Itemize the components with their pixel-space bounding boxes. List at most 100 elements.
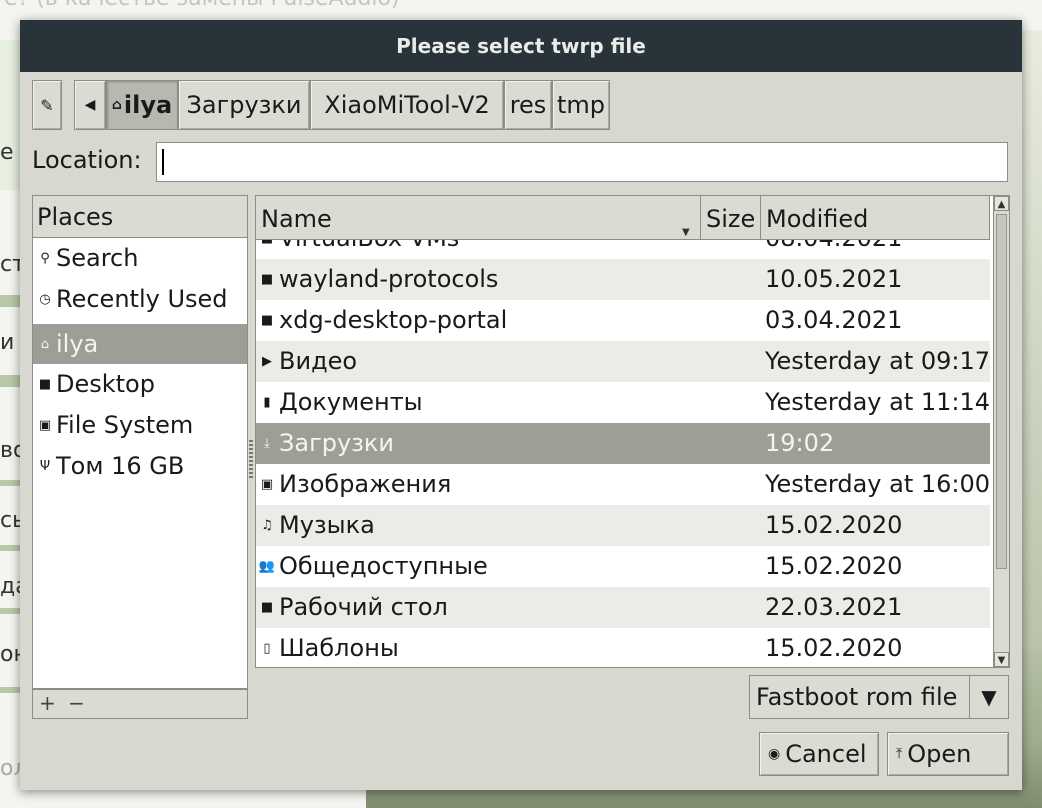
place-item-search[interactable]: ⚲ Search: [33, 238, 247, 279]
file-type-filter-value: Fastboot rom file: [756, 683, 958, 711]
users-icon: 👥: [258, 559, 276, 574]
cancel-button[interactable]: ◉ Cancel: [759, 732, 879, 776]
file-modified: 15.02.2020: [765, 552, 903, 580]
file-name: Музыка: [279, 511, 375, 539]
pane-resize-handle[interactable]: [249, 440, 253, 480]
file-modified: 19:02: [765, 429, 835, 457]
background-divider: [0, 545, 22, 551]
places-sidebar: Places ⚲ Search ◷ Recently Used ⌂ ilya ■…: [32, 195, 248, 689]
file-row[interactable]: ■ Рабочий стол 22.03.2021: [256, 587, 990, 628]
file-modified: Yesterday at 11:14: [765, 388, 991, 416]
place-item-file-system[interactable]: ▣ File System: [33, 405, 247, 446]
path-segment-label: res: [509, 91, 547, 119]
folder-icon: ■: [260, 313, 274, 328]
file-name: Видео: [279, 347, 358, 375]
file-list-header: Name ▼ Size Modified: [256, 196, 990, 240]
file-modified: Yesterday at 09:17: [765, 347, 991, 375]
background-divider: [0, 480, 22, 486]
remove-place-button[interactable]: −: [68, 691, 85, 715]
path-segment-downloads[interactable]: Загрузки: [178, 80, 310, 130]
place-item-recently-used[interactable]: ◷ Recently Used: [33, 279, 247, 320]
file-list: ■VirtualBox VMs 08.04.2021 ■wayland-prot…: [255, 195, 1010, 668]
background-divider: [0, 687, 22, 693]
place-label: File System: [56, 411, 194, 439]
place-item-desktop[interactable]: ■ Desktop: [33, 364, 247, 405]
file-row[interactable]: ⤓ Загрузки 19:02: [256, 423, 990, 464]
location-input[interactable]: [156, 142, 1008, 182]
file-name: wayland-protocols: [279, 265, 499, 293]
sort-descending-icon: ▼: [682, 227, 690, 238]
clock-icon: ◷: [39, 292, 51, 307]
file-row[interactable]: ■ wayland-protocols 10.05.2021: [256, 259, 990, 300]
file-chooser-dialog: Please select twrp file ✎ ◀ ⌂ ilya Загру…: [20, 20, 1022, 790]
file-name: Документы: [279, 388, 423, 416]
file-row[interactable]: ▮ Документы Yesterday at 11:14: [256, 382, 990, 423]
file-row[interactable]: ■ xdg-desktop-portal 03.04.2021: [256, 300, 990, 341]
scroll-up-icon[interactable]: ▲: [994, 196, 1009, 211]
download-icon: ⤓: [264, 436, 270, 451]
column-header-modified[interactable]: Modified: [761, 196, 990, 239]
column-header-name[interactable]: Name ▼: [256, 196, 701, 239]
places-header[interactable]: Places: [33, 196, 247, 238]
path-segment-label: ilya: [123, 91, 173, 119]
file-name: Общедоступные: [279, 552, 488, 580]
home-icon: ⌂: [111, 97, 122, 113]
file-modified: Yesterday at 16:00: [765, 470, 991, 498]
cancel-icon: ◉: [768, 746, 781, 762]
scroll-down-icon[interactable]: ▼: [994, 652, 1009, 667]
place-label: ilya: [56, 329, 99, 358]
add-place-button[interactable]: +: [39, 691, 56, 715]
scrollbar-thumb[interactable]: [996, 214, 1007, 569]
location-label: Location:: [32, 146, 142, 174]
open-icon: ⤒: [896, 746, 903, 762]
file-row[interactable]: 👥 Общедоступные 15.02.2020: [256, 546, 990, 587]
file-row[interactable]: ▯ Шаблоны 15.02.2020: [256, 628, 990, 667]
file-modified: 22.03.2021: [765, 593, 903, 621]
column-modified-label: Modified: [766, 205, 869, 233]
pencil-icon: ✎: [40, 95, 54, 115]
place-item-home[interactable]: ⌂ ilya: [33, 324, 247, 364]
file-row[interactable]: ▶ Видео Yesterday at 09:17: [256, 341, 990, 382]
desktop-icon: ■: [260, 600, 274, 615]
path-segment-home[interactable]: ⌂ ilya: [106, 80, 178, 130]
file-list-scrollbar[interactable]: ▲ ▼: [993, 195, 1010, 668]
path-segment-res[interactable]: res: [504, 80, 552, 130]
file-name: Шаблоны: [279, 634, 399, 662]
file-modified: 15.02.2020: [765, 634, 903, 662]
file-row[interactable]: ▣ Изображения Yesterday at 16:00: [256, 464, 990, 505]
file-name: xdg-desktop-portal: [279, 306, 508, 334]
video-icon: ▶: [262, 354, 272, 369]
path-segment-xiaomitool[interactable]: XiaoMiTool-V2: [310, 80, 504, 130]
file-modified: 10.05.2021: [765, 265, 903, 293]
column-header-size[interactable]: Size: [701, 196, 761, 239]
path-segment-label: tmp: [556, 91, 606, 119]
file-row[interactable]: ♫ Музыка 15.02.2020: [256, 505, 990, 546]
template-icon: ▯: [263, 641, 271, 656]
open-button[interactable]: ⤒ Open: [887, 732, 1009, 776]
background-text: e? (в качестве замены PulseAudio): [4, 0, 400, 11]
dialog-title: Please select twrp file: [20, 20, 1022, 72]
place-label: Desktop: [56, 370, 155, 398]
file-type-filter[interactable]: Fastboot rom file ▼: [749, 675, 1009, 719]
background-image: [1022, 30, 1042, 650]
background-panel: [0, 40, 22, 190]
file-rows: ■VirtualBox VMs 08.04.2021 ■wayland-prot…: [256, 218, 990, 667]
place-item-usb-volume[interactable]: Ψ Том 16 GB: [33, 446, 247, 487]
background-fragment: и: [0, 330, 15, 355]
file-name: Изображения: [279, 470, 452, 498]
music-icon: ♫: [261, 518, 273, 533]
path-back-button[interactable]: ◀: [74, 80, 106, 130]
file-name: Рабочий стол: [279, 593, 448, 621]
path-segment-label: XiaoMiTool-V2: [324, 91, 490, 119]
column-name-label: Name: [261, 205, 332, 233]
image-icon: ▣: [260, 477, 274, 492]
triangle-left-icon: ◀: [84, 97, 96, 113]
column-size-label: Size: [706, 205, 756, 233]
edit-location-button[interactable]: ✎: [32, 80, 62, 130]
place-label: Search: [56, 244, 139, 272]
home-icon: ⌂: [40, 336, 50, 352]
path-segment-tmp[interactable]: tmp: [552, 80, 610, 130]
place-label: Recently Used: [56, 285, 228, 313]
file-name: Загрузки: [279, 429, 394, 457]
place-label: Том 16 GB: [56, 452, 185, 480]
